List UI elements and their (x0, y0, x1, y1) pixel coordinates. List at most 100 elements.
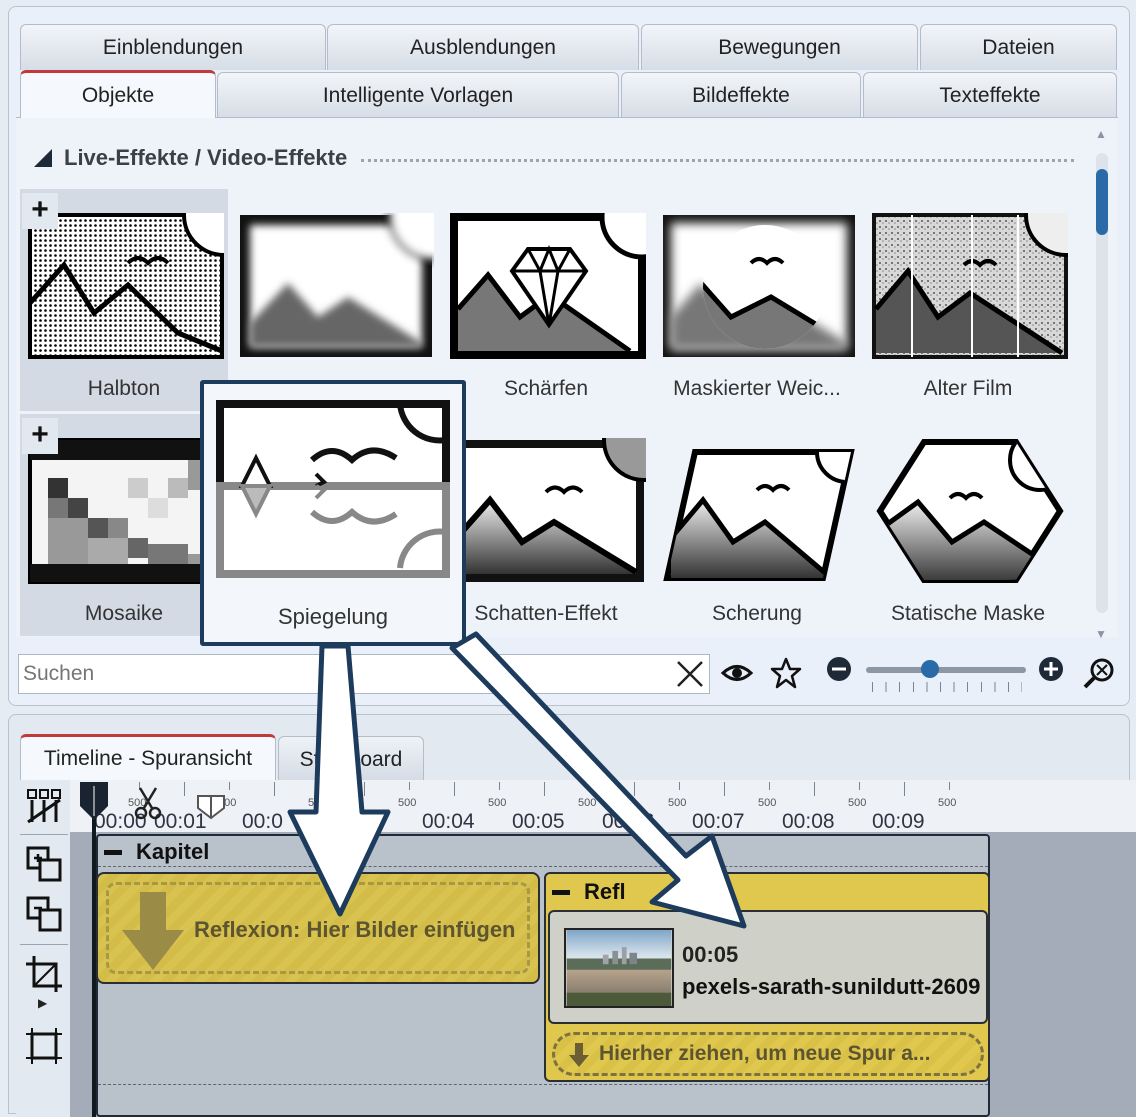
scroll-thumb[interactable] (1096, 169, 1108, 235)
timeline-toolbar: ▶ (16, 780, 70, 1117)
ruler-tick (499, 782, 500, 790)
eye-icon[interactable] (720, 656, 754, 690)
add-icon[interactable]: + (22, 193, 58, 229)
ruler-sub-label: 500 (938, 797, 957, 809)
tab-texteffekte[interactable]: Texteffekte (863, 72, 1117, 118)
tab-storyboard[interactable]: Storyboard (278, 736, 424, 782)
tab-bildeffekte[interactable]: Bildeffekte (621, 72, 861, 118)
remove-track-icon[interactable] (24, 894, 64, 934)
playhead-marker-icon[interactable] (78, 782, 110, 822)
new-track-drop-zone[interactable]: Hierher ziehen, um neue Spur a... (552, 1032, 984, 1076)
effect-tile-scherung[interactable]: Scherung (653, 414, 861, 636)
section-header[interactable]: Live-Effekte / Video-Effekte (34, 143, 1074, 173)
effect-tile-alter-film[interactable]: Alter Film (864, 189, 1072, 411)
reflexion-title: Refl (584, 879, 626, 904)
tab-bewegungen[interactable]: Bewegungen (641, 24, 918, 70)
zoom-out-icon[interactable] (826, 656, 852, 682)
ruler-tick (814, 782, 815, 796)
add-track-icon[interactable] (24, 844, 64, 884)
ruler-time-label: 00:05 (512, 810, 565, 833)
section-divider (361, 154, 1074, 162)
chapter-title: Kapitel (136, 839, 210, 864)
mosaic-effect-icon (28, 438, 224, 584)
ruler-tick (409, 782, 410, 790)
masked-soften-effect-icon (663, 215, 855, 357)
collapse-minus-icon[interactable] (552, 889, 570, 895)
ruler-time-label: 00:09 (872, 810, 925, 833)
zoom-fit-icon[interactable] (1082, 656, 1116, 690)
fit-frame-icon[interactable] (24, 1026, 64, 1066)
ruler-tick (319, 782, 320, 790)
add-icon[interactable]: + (22, 418, 58, 454)
dragged-effect-preview: Spiegelung (200, 380, 466, 646)
effect-label: Statische Maske (890, 602, 1046, 625)
ruler-time-label: 00:07 (692, 810, 745, 833)
ruler-sub-label: 500 (308, 797, 327, 809)
ruler-time-label: 00:04 (422, 810, 475, 833)
ruler-sub-label: 500 (848, 797, 867, 809)
ruler-sub-label: 500 (668, 797, 687, 809)
ruler-tick (724, 782, 725, 796)
toolbar-separator (20, 834, 68, 835)
effect-tile-blur[interactable] (230, 189, 438, 411)
tab-intelligente-vorlagen[interactable]: Intelligente Vorlagen (217, 72, 619, 118)
tab-timeline-spuransicht[interactable]: Timeline - Spuransicht (20, 734, 276, 780)
zoom-in-icon[interactable] (1038, 656, 1064, 682)
halftone-effect-icon (28, 213, 224, 359)
shadow-effect-icon (452, 438, 646, 582)
tab-ausblendungen[interactable]: Ausblendungen (327, 24, 639, 70)
ruler-tick (184, 782, 185, 796)
ruler-tick (859, 782, 860, 790)
ruler-tick (544, 782, 545, 796)
tab-dateien[interactable]: Dateien (920, 24, 1117, 70)
reflexion-placeholder[interactable]: Reflexion: Hier Bilder einfügen (96, 872, 540, 984)
chapter-header[interactable]: Kapitel (98, 836, 209, 868)
ruler-tick (229, 782, 230, 790)
expand-arrow-icon[interactable]: ▶ (38, 996, 47, 1010)
collapse-triangle-icon[interactable] (34, 149, 52, 167)
effect-tile-schatten-effekt[interactable]: Schatten-Effekt (442, 414, 650, 636)
effect-label: Alter Film (923, 377, 1013, 400)
zoom-slider-ticks (872, 682, 1022, 692)
timeline-ruler[interactable]: 500 500 500 500 500 500 500 500 500 500 00:00 00:01… (70, 780, 1136, 833)
reflection-effect-icon (216, 400, 450, 578)
playhead-line[interactable] (92, 800, 96, 1117)
old-film-effect-icon (872, 213, 1068, 359)
collapse-minus-icon[interactable] (104, 849, 122, 855)
ruler-time-label: 00:08 (782, 810, 835, 833)
scroll-up-icon[interactable]: ▲ (1095, 127, 1107, 141)
track-tool-icon[interactable] (24, 786, 64, 826)
zoom-slider-track[interactable] (866, 667, 1026, 673)
clip-filename: pexels-sarath-sunildutt-2609 (682, 974, 981, 999)
effects-scrollbar[interactable]: ▲ ▼ (1093, 125, 1111, 645)
zoom-slider-knob[interactable] (921, 660, 939, 678)
ruler-tick (589, 782, 590, 790)
ruler-tick (454, 782, 455, 796)
shear-effect-icon (663, 449, 855, 581)
clear-search-icon[interactable] (675, 659, 705, 689)
effect-label: Maskierter Weic... (673, 377, 841, 400)
toolbar-separator (20, 944, 68, 945)
effect-tile-mosaike[interactable]: + Mosaike (20, 414, 228, 636)
ruler-tick (949, 782, 950, 790)
clip-thumbnail (564, 928, 674, 1008)
ruler-tick (274, 782, 275, 796)
effect-tile-maskierter-weichzeichner[interactable]: Maskierter Weic... (653, 189, 861, 411)
reflexion-effect-track[interactable]: Refl 00:05 pexels-sarath-sunildutt-2609 … (544, 872, 990, 1082)
effect-tile-statische-maske[interactable]: Statische Maske (864, 414, 1072, 636)
tab-einblendungen[interactable]: Einblendungen (20, 24, 326, 70)
search-field[interactable] (18, 654, 710, 694)
scroll-down-icon[interactable]: ▼ (1095, 627, 1107, 641)
crop-tool-icon[interactable] (24, 954, 64, 994)
effect-label: Mosaike (84, 602, 164, 625)
effect-label: Scherung (712, 602, 802, 625)
favorite-star-icon[interactable] (769, 656, 803, 690)
tab-objekte[interactable]: Objekte (20, 70, 216, 118)
marker-handle-icon[interactable] (196, 794, 226, 820)
effect-tile-halbton[interactable]: + Halbton (20, 189, 228, 411)
search-input[interactable] (19, 655, 659, 693)
effect-tile-schaerfen[interactable]: Schärfen (442, 189, 650, 411)
reflexion-header[interactable]: Refl (552, 878, 626, 906)
video-clip[interactable]: 00:05 pexels-sarath-sunildutt-2609 (548, 910, 988, 1024)
scissors-icon[interactable] (134, 786, 162, 820)
